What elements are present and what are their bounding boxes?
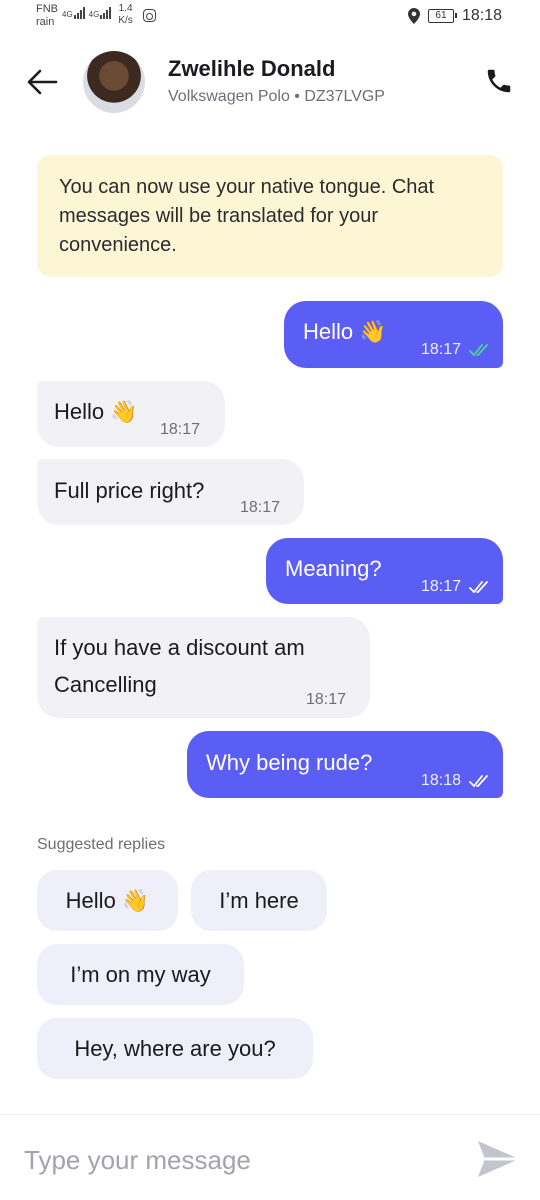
network-type: 4G: [62, 10, 73, 19]
network-speed: 1.4 K/s: [118, 3, 132, 27]
status-left: FNB rain 4G 4G 1.4 K/s: [36, 3, 156, 29]
read-ticks-icon: [469, 344, 488, 357]
message-text: Hello 👋: [303, 319, 387, 344]
speed-value: 1.4: [118, 3, 133, 14]
carrier-name-secondary: rain: [36, 16, 55, 28]
outgoing-message[interactable]: Meaning? 18:17: [266, 538, 503, 604]
avatar[interactable]: [83, 51, 145, 113]
message-composer: [0, 1114, 540, 1200]
back-arrow-icon[interactable]: [24, 64, 60, 100]
status-bar: FNB rain 4G 4G 1.4 K/s 61 18:18: [0, 0, 540, 38]
network-type-2: 4G: [88, 10, 100, 19]
status-right: 61 18:18: [407, 7, 502, 25]
message-time: 18:17: [421, 578, 462, 595]
message-text: Why being rude?: [206, 750, 373, 775]
signal-icon-2: 4G: [89, 7, 112, 19]
message-time: 18:17: [240, 499, 281, 516]
delivered-ticks-icon: [469, 775, 488, 788]
message-text: Full price right?: [54, 478, 205, 503]
message-time: 18:18: [421, 772, 462, 789]
carrier-info: FNB rain: [36, 3, 58, 29]
instagram-icon: [142, 9, 156, 22]
suggested-replies-label: Suggested replies: [37, 836, 166, 853]
phone-icon[interactable]: [484, 66, 514, 96]
incoming-message[interactable]: Full price right? 18:17: [37, 459, 304, 525]
status-time: 18:18: [461, 7, 502, 24]
send-icon[interactable]: [474, 1137, 522, 1181]
incoming-message[interactable]: If you have a discount am Cancelling 18:…: [37, 617, 370, 718]
signal-icon: 4G: [62, 7, 85, 19]
delivered-ticks-icon: [469, 581, 488, 594]
message-text: Meaning?: [285, 556, 382, 581]
outgoing-message[interactable]: Why being rude? 18:18: [187, 731, 503, 798]
translation-notice: You can now use your native tongue. Chat…: [37, 155, 503, 277]
message-time: 18:17: [306, 691, 347, 708]
suggested-reply-chip[interactable]: Hello 👋: [37, 870, 178, 931]
message-text-line1: If you have a discount am: [54, 635, 305, 660]
incoming-message[interactable]: Hello 👋 18:17: [37, 381, 225, 447]
carrier-name: FNB: [36, 3, 58, 15]
contact-name: Zwelihle Donald: [168, 56, 336, 81]
chat-header: Zwelihle Donald Volkswagen Polo • DZ37LV…: [0, 40, 540, 130]
suggested-reply-chip[interactable]: Hey, where are you?: [37, 1018, 313, 1079]
battery-icon: 61: [427, 9, 457, 23]
location-icon: [407, 8, 420, 24]
message-time: 18:17: [421, 341, 462, 358]
message-time: 18:17: [160, 421, 201, 438]
outgoing-message[interactable]: Hello 👋 18:17: [284, 301, 503, 368]
speed-unit: K/s: [118, 15, 133, 26]
suggested-reply-chip[interactable]: I’m on my way: [37, 944, 244, 1005]
suggested-reply-chip[interactable]: I’m here: [191, 870, 327, 931]
vehicle-info: Volkswagen Polo • DZ37LVGP: [168, 88, 385, 105]
message-text: Hello 👋: [54, 399, 138, 424]
message-input[interactable]: [24, 1141, 444, 1179]
message-text-line2: Cancelling: [54, 672, 157, 697]
